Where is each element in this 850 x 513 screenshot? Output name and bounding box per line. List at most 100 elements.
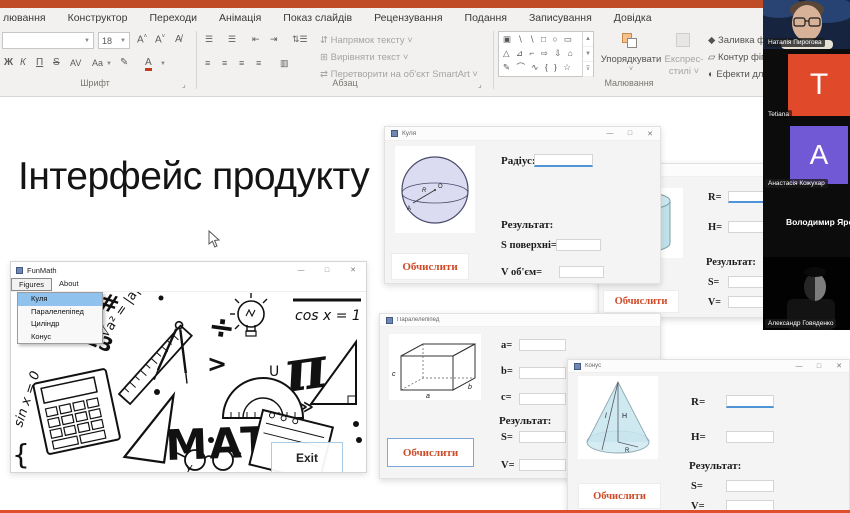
participants-panel: Наталія Пирогова T Tetiana A Анастасія К… [763,0,850,330]
cone-figure: l H R [578,376,658,459]
cone-window-titlebar[interactable]: Конус — □ ✕ [568,360,849,373]
gallery-expand-icon[interactable]: ⊽ [583,62,593,77]
sphere-surface-label: S поверхні= [501,240,557,251]
quick-styles-button-line2[interactable]: стилі ˅ [664,66,704,77]
tab-animations[interactable]: Анімація [208,12,272,24]
highlight-pen-icon[interactable]: ✎ [120,57,128,68]
numbering-icon[interactable]: ☰ [228,34,236,45]
funmath-titlebar[interactable]: FunMath — □ ✕ [11,262,366,278]
font-dialog-launcher-icon[interactable]: ⌟ [182,80,186,89]
maximize-icon[interactable]: □ [809,363,829,370]
text-direction-button[interactable]: ⇵ Напрямок тексту ˅ [320,35,413,46]
char-spacing-icon[interactable]: AV [70,58,81,68]
tab-drawing-partial[interactable]: лювання [0,12,57,24]
bold-button[interactable]: Ж [4,57,13,68]
align-text-button[interactable]: ⊞ Вирівняти текст ˅ [320,52,408,63]
box-calculate-button[interactable]: Обчислити [387,438,474,467]
sphere-volume-input[interactable] [559,266,604,278]
tab-help[interactable]: Довідка [603,12,663,24]
columns-icon[interactable]: ▥ [280,58,289,69]
paragraph-dialog-launcher-icon[interactable]: ⌟ [478,80,482,89]
sphere-figure: R O A [395,146,475,233]
box-result-label: Результат: [499,415,551,427]
participant-name: Александр Говяденко [765,319,836,328]
scroll-down-icon[interactable]: ▼ [583,47,593,62]
quick-styles-button[interactable]: Експрес- [664,54,704,65]
menu-item-cylinder[interactable]: Циліндр [18,318,102,331]
sphere-image: R O A [395,146,475,233]
cone-calculate-button[interactable]: Обчислити [578,483,661,509]
close-icon[interactable]: ✕ [640,130,660,138]
shrink-font-icon[interactable]: A˅ [155,34,165,45]
tab-view[interactable]: Подання [454,12,518,24]
underline-button[interactable]: П [36,57,43,68]
ribbon: ▼ 18▼ A˄ A˅ A̸ Ж К П S AV Aa ▼ ✎ A ▼ Шри… [0,28,850,97]
box-c-input[interactable] [519,393,566,405]
ribbon-divider [493,31,494,89]
italic-button[interactable]: К [20,57,26,68]
tab-design[interactable]: Конструктор [57,12,139,24]
tab-slideshow[interactable]: Показ слайдів [272,12,363,24]
maximize-icon[interactable]: □ [620,130,640,137]
sphere-window-titlebar[interactable]: Куля — □ ✕ [385,127,660,141]
menu-about[interactable]: About [52,278,86,291]
bullets-icon[interactable]: ☰ [205,34,213,45]
menu-item-cone[interactable]: Конус [18,331,102,344]
close-icon[interactable]: ✕ [829,362,849,370]
participant-video-alexander[interactable]: Александр Говяденко [763,257,850,330]
minimize-icon[interactable]: — [288,267,314,274]
line-spacing-icon[interactable]: ⇅☰ [292,34,308,45]
decrease-indent-icon[interactable]: ⇤ [252,34,260,45]
box-v-input[interactable] [519,459,566,471]
close-icon[interactable]: ✕ [340,266,366,274]
menu-item-sphere[interactable]: Куля [18,293,102,306]
box-a-input[interactable] [519,339,566,351]
sphere-surface-input[interactable] [556,239,601,251]
shapes-row[interactable]: ▣ ∖ ∖ □ ○ ▭ [499,32,593,46]
align-left-icon[interactable]: ≡ [205,58,210,68]
tab-transitions[interactable]: Переходи [138,12,208,24]
change-case-icon[interactable]: Aa [92,58,103,68]
grow-font-icon[interactable]: A˄ [137,34,147,45]
increase-indent-icon[interactable]: ⇥ [270,34,278,45]
box-s-input[interactable] [519,431,566,443]
shapes-row[interactable]: ✎ ⌒ ∿ { } ☆ [499,60,593,74]
shapes-gallery-scrollbar[interactable]: ▲ ▼ ⊽ [582,32,593,76]
sphere-radius-input[interactable] [534,154,593,167]
scroll-up-icon[interactable]: ▲ [583,32,593,47]
participant-name: Наталія Пирогова [765,38,825,47]
tab-review[interactable]: Рецензування [363,12,453,24]
align-right-icon[interactable]: ≡ [239,58,244,68]
participant-video-natalia[interactable]: Наталія Пирогова [763,0,850,49]
font-size-combo[interactable]: 18▼ [98,32,130,49]
minimize-icon[interactable]: — [789,363,809,370]
funmath-menubar: Figures About [11,278,366,292]
exit-button[interactable]: Exit [271,442,343,472]
participant-tile-volodymyr[interactable]: Володимир Яро [763,190,850,257]
tab-recording[interactable]: Записування [518,12,603,24]
arrange-button[interactable]: Упорядкувати [600,54,662,65]
shapes-row[interactable]: △ ⊿ ⌐ ⇨ ⇩ ⌂ [499,46,593,60]
cylinder-calculate-button[interactable]: Обчислити [603,290,679,313]
menu-item-parallelepiped[interactable]: Паралелепіпед [18,306,102,319]
cone-s-input[interactable] [726,480,774,492]
clear-formatting-icon[interactable]: A̸ [175,34,182,45]
avatar: A [790,126,848,184]
shapes-gallery[interactable]: ▣ ∖ ∖ □ ○ ▭ △ ⊿ ⌐ ⇨ ⇩ ⌂ ✎ ⌒ ∿ { } ☆ ▲ ▼ … [498,31,594,77]
participant-tile-anastasia[interactable]: A Анастасія Кожухар [763,121,850,190]
participant-tile-tetiana[interactable]: T Tetiana [763,49,850,121]
font-name-combo[interactable]: ▼ [2,32,94,49]
align-center-icon[interactable]: ≡ [222,58,227,68]
sphere-result-label: Результат: [501,219,553,231]
menu-figures[interactable]: Figures [11,278,52,291]
box-b-input[interactable] [519,367,566,379]
maximize-icon[interactable]: □ [314,267,340,274]
strikethrough-button[interactable]: S [53,57,60,68]
cone-h-input[interactable] [726,431,774,443]
cone-r-input[interactable] [726,395,774,408]
sphere-calculate-button[interactable]: Обчислити [391,253,469,280]
font-color-icon[interactable]: A [145,57,152,71]
box-window-titlebar[interactable]: Паралелепіпед [380,314,660,327]
minimize-icon[interactable]: — [600,130,620,137]
justify-icon[interactable]: ≡ [256,58,261,68]
